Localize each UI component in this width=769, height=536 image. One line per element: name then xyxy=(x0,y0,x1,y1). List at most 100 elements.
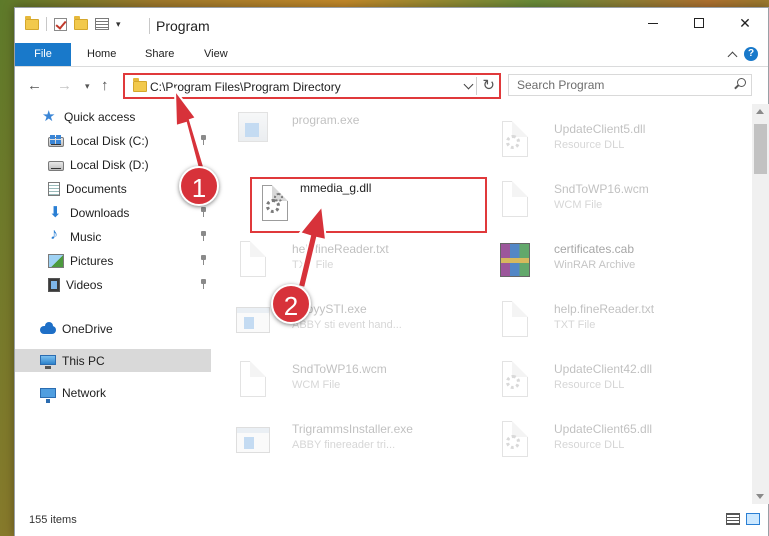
sidebar-item-label: Videos xyxy=(66,277,103,292)
sidebar-item-label: Network xyxy=(62,385,107,400)
address-bar[interactable]: C:\Program Files\Program Directory ↻ xyxy=(123,73,501,99)
step-2-badge: 2 xyxy=(271,284,311,324)
exe-file-icon xyxy=(236,421,270,461)
expand-ribbon-chevron-icon[interactable] xyxy=(727,51,738,61)
list-item[interactable]: UpdateClient5.dll Resource DLL xyxy=(474,113,709,169)
list-item[interactable]: AbbyySTI.exe ABBY sti event hand... xyxy=(212,293,447,349)
pictures-icon xyxy=(48,253,64,268)
sidebar-item-music[interactable]: Music xyxy=(15,225,211,248)
pin-icon[interactable] xyxy=(200,135,207,145)
view-toggle xyxy=(726,513,760,525)
winrar-archive-icon xyxy=(498,241,532,281)
file-name: mmedia_g.dll xyxy=(300,181,372,195)
tab-share[interactable]: Share xyxy=(131,43,188,66)
maximize-button[interactable] xyxy=(676,8,722,38)
address-path[interactable]: C:\Program Files\Program Directory xyxy=(150,80,341,94)
file-name: UpdateClient65.dll xyxy=(554,422,653,436)
program-exe-icon xyxy=(236,112,270,152)
sidebar-item-videos[interactable]: Videos xyxy=(15,273,211,296)
pin-icon[interactable] xyxy=(200,207,207,217)
address-dropdown-chevron-icon[interactable] xyxy=(463,79,474,90)
list-item[interactable]: UpdateClient65.dll Resource DLL xyxy=(474,413,709,469)
sidebar-item-local-disk-c[interactable]: Local Disk (C:) xyxy=(15,129,211,152)
window-title: Program xyxy=(156,18,210,34)
sidebar-item-label: Local Disk (D:) xyxy=(70,157,149,172)
sidebar-item-this-pc[interactable]: This PC xyxy=(15,349,211,372)
title-bar: ▾ Program ✕ xyxy=(15,8,768,42)
file-name: SndToWP16.wcm xyxy=(554,182,649,196)
back-arrow-icon[interactable]: ← xyxy=(27,77,42,94)
list-item[interactable]: certificates.cab WinRAR Archive xyxy=(474,233,709,289)
sidebar-item-label: Local Disk (C:) xyxy=(70,133,149,148)
sidebar-item-local-disk-d[interactable]: Local Disk (D:) xyxy=(15,153,211,176)
list-item[interactable]: TrigrammsInstaller.exe ABBY finereader t… xyxy=(212,413,447,469)
customize-toolbar-chevron-icon[interactable]: ▾ xyxy=(116,19,121,30)
computer-icon xyxy=(40,354,56,369)
scroll-down-arrow-icon[interactable] xyxy=(756,494,764,499)
recent-locations-chevron-icon[interactable]: ▾ xyxy=(85,81,90,92)
tab-home[interactable]: Home xyxy=(73,43,130,66)
forward-arrow-icon[interactable]: → xyxy=(57,77,72,94)
minimize-button[interactable] xyxy=(630,8,676,38)
pin-icon[interactable] xyxy=(200,255,207,265)
list-item[interactable]: UpdateClient42.dll Resource DLL xyxy=(474,353,709,409)
details-view-icon[interactable] xyxy=(726,513,740,525)
network-icon xyxy=(40,387,56,403)
up-arrow-icon[interactable]: ↑ xyxy=(101,77,109,94)
list-item[interactable]: help.fineReader.txt TXT File xyxy=(474,293,709,349)
tab-view[interactable]: View xyxy=(190,43,242,66)
file-type: WinRAR Archive xyxy=(554,259,636,271)
list-item[interactable]: SndToWP16.wcm WCM File xyxy=(474,173,709,229)
file-name: certificates.cab xyxy=(554,242,635,256)
sidebar-item-label: Downloads xyxy=(70,205,130,220)
vertical-scrollbar[interactable] xyxy=(752,104,769,504)
list-item[interactable]: helpfineReader.txt TXT File xyxy=(212,233,447,289)
sidebar-item-pictures[interactable]: Pictures xyxy=(15,249,211,272)
exe-file-icon xyxy=(236,301,270,341)
list-item[interactable]: program.exe xyxy=(212,104,447,160)
pin-icon[interactable] xyxy=(200,279,207,289)
sidebar-item-downloads[interactable]: Downloads xyxy=(15,201,211,224)
search-icon[interactable] xyxy=(734,77,746,88)
file-type: ABBY sti event hand... xyxy=(292,319,402,331)
scroll-thumb[interactable] xyxy=(754,124,767,174)
file-type: WCM File xyxy=(292,379,341,391)
file-name: helpfineReader.txt xyxy=(292,242,389,256)
sidebar-item-quick-access[interactable]: Quick access xyxy=(15,105,211,128)
refresh-icon[interactable]: ↻ xyxy=(482,76,495,94)
navigation-pane: Quick access Local Disk (C:) Local Disk … xyxy=(15,104,211,504)
file-name: UpdateClient42.dll xyxy=(554,362,653,376)
file-type: Resource DLL xyxy=(554,379,625,391)
title-divider xyxy=(149,18,150,34)
scroll-up-arrow-icon[interactable] xyxy=(756,109,764,114)
sidebar-item-network[interactable]: Network xyxy=(15,381,211,404)
properties-check-icon[interactable] xyxy=(54,17,67,31)
sidebar-item-label: Documents xyxy=(66,181,127,196)
large-icons-view-icon[interactable] xyxy=(746,513,760,525)
ribbon-right-controls: ? xyxy=(727,47,758,61)
dll-file-icon xyxy=(498,421,532,461)
new-folder-icon[interactable] xyxy=(74,15,88,30)
item-count: 155 items xyxy=(29,514,77,526)
list-item-mmedia-g-dll[interactable]: mmedia_g.dll xyxy=(250,177,487,233)
maximize-icon xyxy=(694,18,704,28)
help-icon[interactable]: ? xyxy=(744,47,758,61)
minimize-icon xyxy=(648,22,658,24)
sidebar-item-onedrive[interactable]: OneDrive xyxy=(15,317,211,340)
star-icon xyxy=(42,107,58,125)
close-button[interactable]: ✕ xyxy=(722,8,768,38)
music-icon xyxy=(48,226,64,244)
file-type: WCM File xyxy=(554,199,603,211)
list-item[interactable]: SndToWP16.wcm WCM File xyxy=(212,353,447,409)
search-placeholder: Search Program xyxy=(517,78,605,92)
file-type: TXT File xyxy=(554,319,596,331)
file-name: TrigrammsInstaller.exe xyxy=(292,422,413,436)
navigation-bar: ← → ▾ ↑ C:\Program Files\Program Directo… xyxy=(15,68,768,104)
search-input[interactable]: Search Program xyxy=(508,74,752,96)
properties-icon[interactable] xyxy=(95,18,109,30)
wcm-file-icon xyxy=(498,181,532,221)
pin-icon[interactable] xyxy=(200,231,207,241)
tab-file[interactable]: File xyxy=(15,43,71,66)
close-icon: ✕ xyxy=(739,14,751,31)
text-file-icon xyxy=(236,241,270,281)
